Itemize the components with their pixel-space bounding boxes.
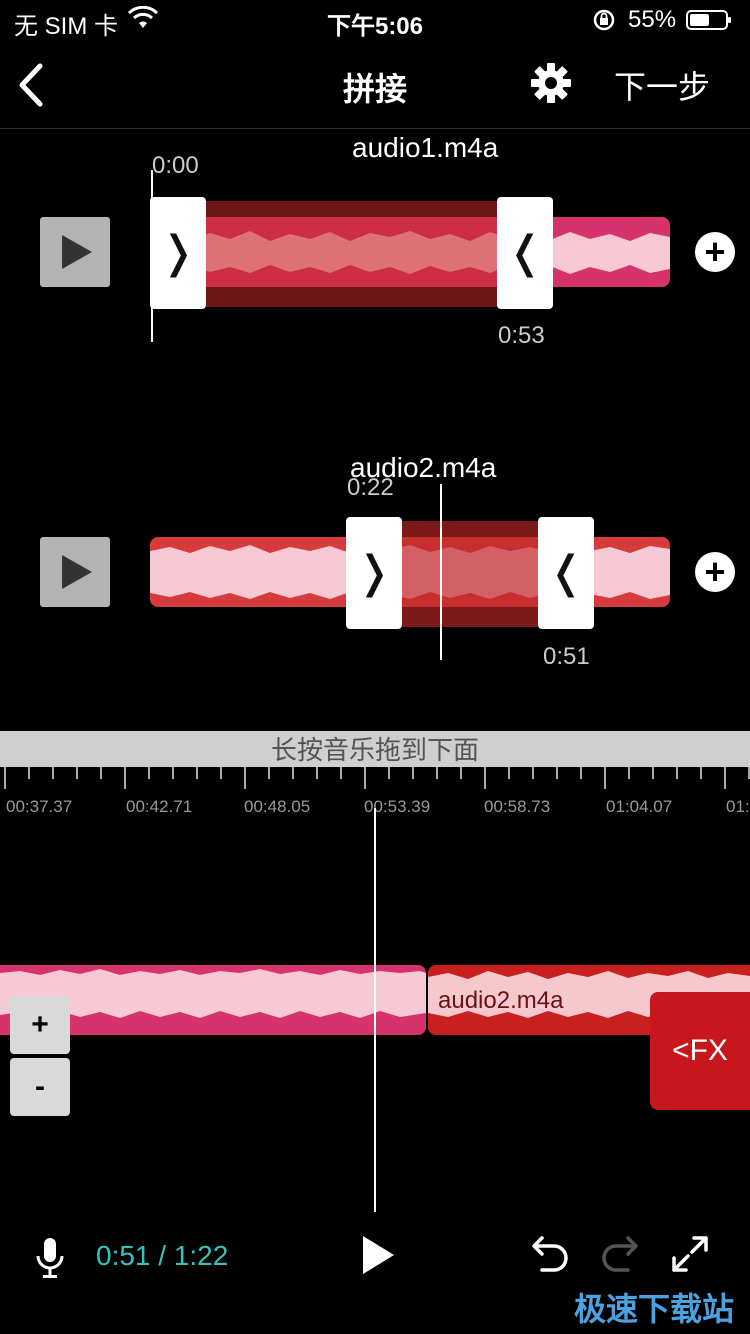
watermark: 极速下载站 (574, 1291, 735, 1327)
zoom-in-button[interactable]: + (10, 996, 70, 1054)
ruler-tick (292, 767, 294, 779)
play-icon[interactable] (360, 1234, 396, 1276)
ruler-tick (124, 767, 126, 789)
ruler-tick (28, 767, 30, 779)
ruler-tick (460, 767, 462, 779)
fx-button[interactable]: <FX (650, 992, 750, 1110)
ruler-label: 00:58.73 (484, 797, 551, 816)
track2-selection (402, 521, 538, 627)
status-bar: 无 SIM 卡 下午5:06 55% (0, 0, 750, 40)
ruler-tick (52, 767, 54, 779)
drag-hint-bar: 长按音乐拖到下面 (0, 731, 750, 767)
ruler-tick (724, 767, 726, 789)
battery-icon (686, 10, 731, 30)
ruler-tick (580, 767, 582, 779)
ruler-tick (196, 767, 198, 779)
track2-left-handle[interactable]: ❭ (346, 517, 402, 629)
ruler-label: 00:48.05 (244, 797, 311, 816)
ruler-tick (676, 767, 678, 779)
redo-icon[interactable] (600, 1234, 640, 1276)
timeline-playhead[interactable] (374, 808, 376, 1212)
track2-right-handle[interactable]: ❬ (538, 517, 594, 629)
track1-add-button[interactable]: + (695, 231, 735, 272)
fullscreen-icon[interactable] (670, 1234, 710, 1274)
playback-time: 0:51 / 1:22 (96, 1240, 229, 1271)
ruler-tick (508, 767, 510, 779)
track1-filename: audio1.m4a (352, 132, 499, 163)
ruler-tick (76, 767, 78, 779)
ruler-label: 00:37.37 (6, 797, 73, 816)
ruler-tick (340, 767, 342, 779)
ruler-tick (4, 767, 6, 789)
ruler-tick (220, 767, 222, 779)
undo-icon[interactable] (530, 1234, 570, 1276)
ruler-tick (628, 767, 630, 779)
ruler-tick (652, 767, 654, 779)
ruler-tick (364, 767, 366, 789)
track2-end-time: 0:51 (543, 643, 590, 670)
transport-bar: 0:51 / 1:22 (0, 1232, 750, 1292)
ruler-label: 00:42.71 (126, 797, 193, 816)
ruler-tick (436, 767, 438, 779)
play-icon (62, 235, 92, 269)
plus-icon: + (704, 551, 726, 592)
timeline-clip-2-label: audio2.m4a (438, 987, 564, 1014)
track2-playhead (440, 484, 442, 660)
track1-left-handle[interactable]: ❭ (150, 197, 206, 309)
ruler-tick (700, 767, 702, 779)
track1-selection (206, 201, 498, 307)
track1-right-handle[interactable]: ❬ (497, 197, 553, 309)
ruler-tick (172, 767, 174, 779)
rotation-lock-icon (593, 9, 615, 31)
plus-icon: + (704, 231, 726, 272)
play-icon (62, 555, 92, 589)
ruler-label: 01:04.07 (606, 797, 673, 816)
track1-start-time: 0:00 (152, 152, 199, 179)
microphone-icon[interactable] (34, 1236, 66, 1280)
track1-end-time: 0:53 (498, 322, 545, 349)
ruler-tick (556, 767, 558, 779)
ruler-tick (244, 767, 246, 789)
ruler-tick (268, 767, 270, 779)
ruler-tick (484, 767, 486, 789)
ruler-tick (100, 767, 102, 779)
ruler-tick (412, 767, 414, 779)
battery-percent: 55% (628, 6, 677, 33)
track2-play-button[interactable] (40, 537, 110, 607)
ruler-tick (148, 767, 150, 779)
track1-playhead (151, 170, 153, 342)
ruler-label: 01: (726, 797, 750, 816)
track1-play-button[interactable] (40, 217, 110, 287)
ruler-tick (604, 767, 606, 789)
gear-icon[interactable] (530, 62, 572, 104)
ruler-tick (316, 767, 318, 779)
ruler-tick (388, 767, 390, 779)
next-step-button[interactable]: 下一步 (614, 62, 710, 108)
zoom-out-button[interactable]: - (10, 1058, 70, 1116)
track2-start-time: 0:22 (347, 474, 394, 501)
ruler-tick (532, 767, 534, 779)
nav-bar: 拼接 下一步 (0, 40, 750, 129)
track2-add-button[interactable]: + (695, 551, 735, 592)
